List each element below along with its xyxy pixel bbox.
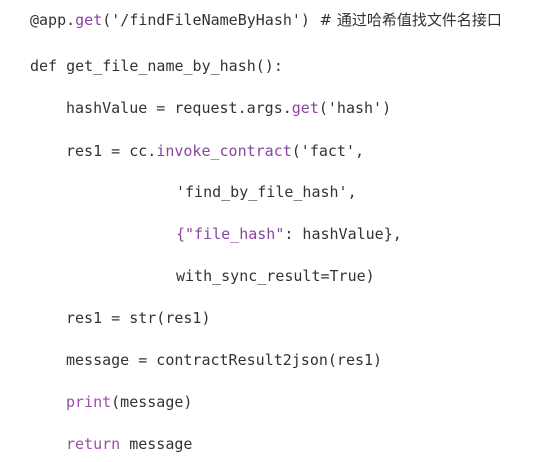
code-line-find-by-hash: 'find_by_file_hash', — [0, 181, 357, 203]
get-method-token: get — [75, 11, 103, 29]
code-line-return: return message — [0, 433, 192, 455]
route-args-token: ('/findFileNameByHash') — [102, 11, 310, 29]
code-line-invoke: res1 = cc.invoke_contract('fact', — [0, 140, 364, 162]
function-name-string-token: 'find_by_file_hash', — [176, 183, 357, 201]
hashvalue-assign-token: hashValue = request.args. — [66, 99, 292, 117]
print-builtin-token: print — [66, 393, 112, 411]
route-comment-token: # 通过哈希值找文件名接口 — [309, 11, 502, 29]
decorator-token: @app. — [30, 11, 76, 29]
code-block: @app.get('/findFileNameByHash') # 通过哈希值找… — [0, 0, 553, 462]
code-line-route-decorator: @app.get('/findFileNameByHash') # 通过哈希值找… — [0, 9, 502, 31]
return-value-token: message — [120, 435, 193, 453]
str-conversion-token: res1 = str(res1) — [66, 309, 211, 327]
code-line-def: def get_file_name_by_hash(): — [0, 55, 283, 77]
code-line-dict: {"file_hash": hashValue}, — [0, 223, 402, 245]
return-keyword-token: return — [66, 435, 121, 453]
res1-assign-token: res1 = cc. — [66, 142, 157, 160]
code-line-hashvalue: hashValue = request.args.get('hash') — [0, 97, 391, 119]
dict-open-token: { — [176, 225, 186, 243]
dict-rest-token: : hashValue}, — [284, 225, 402, 243]
message-assign-token: message = contractResult2json(res1) — [66, 351, 383, 369]
dict-key-token: "file_hash" — [185, 225, 285, 243]
args-get-method-token: get — [291, 99, 319, 117]
print-args-token: (message) — [111, 393, 193, 411]
invoke-contract-token: invoke_contract — [156, 142, 292, 160]
code-line-message: message = contractResult2json(res1) — [0, 349, 382, 371]
sync-result-token: with_sync_result=True) — [176, 267, 375, 285]
code-line-str: res1 = str(res1) — [0, 307, 211, 329]
code-line-sync: with_sync_result=True) — [0, 265, 375, 287]
code-line-print: print(message) — [0, 391, 192, 413]
hash-args-token: ('hash') — [318, 99, 392, 117]
def-statement-token: def get_file_name_by_hash(): — [30, 57, 283, 75]
invoke-args-token: ('fact', — [291, 142, 365, 160]
